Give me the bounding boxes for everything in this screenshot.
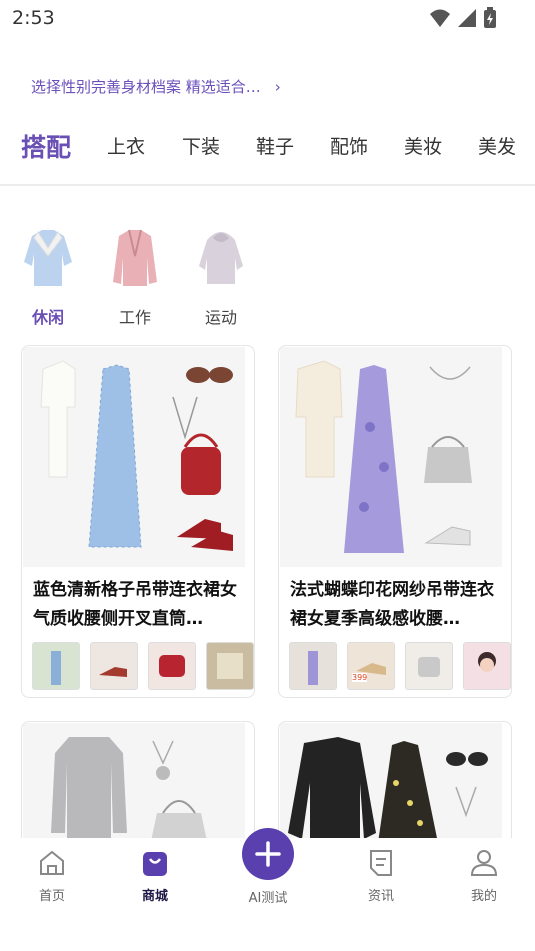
product-thumb[interactable] <box>148 642 196 690</box>
nav-mine[interactable]: 我的 <box>449 848 519 904</box>
nav-label: 首页 <box>38 889 65 904</box>
style-filter-work[interactable]: 工作 <box>100 226 170 328</box>
status-bar: 2:53 <box>0 0 535 36</box>
tab-makeup[interactable]: 美妆 <box>404 132 442 159</box>
status-time: 2:53 <box>12 7 55 29</box>
product-thumb[interactable] <box>289 642 337 690</box>
product-thumb[interactable]: 399 <box>347 642 395 690</box>
nav-label: 我的 <box>470 889 497 904</box>
home-icon <box>40 850 64 875</box>
signal-icon <box>458 9 476 27</box>
product-thumb[interactable] <box>206 642 254 690</box>
tab-hair[interactable]: 美发 <box>478 132 516 159</box>
tab-accessories[interactable]: 配饰 <box>330 132 368 159</box>
nav-mall[interactable]: 商城 <box>120 848 190 904</box>
outfit-image <box>23 347 245 567</box>
plus-icon <box>255 841 281 867</box>
hoodie-icon <box>199 232 243 284</box>
blazer-icon <box>113 229 157 286</box>
tabs-divider <box>0 184 535 186</box>
tab-outfit[interactable]: 搭配 <box>21 128 71 164</box>
style-label: 运动 <box>204 308 237 327</box>
shopping-bag-icon <box>143 852 167 876</box>
product-thumbs: 399 <box>289 642 511 690</box>
thumb-price: 399 <box>352 673 368 682</box>
tab-shoes[interactable]: 鞋子 <box>256 132 294 159</box>
document-icon <box>370 850 392 876</box>
nav-news[interactable]: 资讯 <box>346 848 416 904</box>
nav-label: 商城 <box>141 889 168 904</box>
banner-text: 选择性别完善身材档案 精选适合… <box>31 78 261 96</box>
chevron-right-icon: › <box>274 77 281 96</box>
style-label: 休闲 <box>31 308 64 327</box>
tab-tops[interactable]: 上衣 <box>107 132 145 159</box>
person-icon <box>470 850 498 876</box>
category-tabs: 搭配 上衣 下装 鞋子 配饰 美妆 美发 <box>0 124 535 170</box>
style-filter-sport[interactable]: 运动 <box>186 226 256 328</box>
style-label: 工作 <box>118 308 151 327</box>
product-thumb[interactable] <box>405 642 453 690</box>
outfit-image <box>280 347 502 567</box>
card-title: 蓝色清新格子吊带连衣裙女气质收腰侧开叉直筒… <box>33 580 237 629</box>
nav-ai-label: AI测试 <box>248 891 288 906</box>
style-filter-casual[interactable]: 休闲 <box>13 226 83 328</box>
wifi-icon <box>430 9 450 27</box>
battery-icon <box>484 7 496 28</box>
ai-test-button[interactable] <box>242 828 294 880</box>
nav-label: 资讯 <box>367 889 394 904</box>
outfit-card[interactable]: 蓝色清新格子吊带连衣裙女气质收腰侧开叉直筒… <box>21 345 255 698</box>
product-thumbs <box>32 642 254 690</box>
profile-banner[interactable]: 选择性别完善身材档案 精选适合… › <box>31 76 281 97</box>
nav-home[interactable]: 首页 <box>17 848 87 904</box>
product-thumb[interactable] <box>463 642 511 690</box>
status-icons <box>429 7 497 29</box>
product-thumb[interactable] <box>90 642 138 690</box>
outfit-card[interactable]: 法式蝴蝶印花网纱吊带连衣裙女夏季高级感收腰… 399 <box>278 345 512 698</box>
card-title: 法式蝴蝶印花网纱吊带连衣裙女夏季高级感收腰… <box>290 580 494 629</box>
casual-shirt-icon <box>24 230 72 286</box>
product-thumb[interactable] <box>32 642 80 690</box>
tab-bottoms[interactable]: 下装 <box>182 132 220 159</box>
